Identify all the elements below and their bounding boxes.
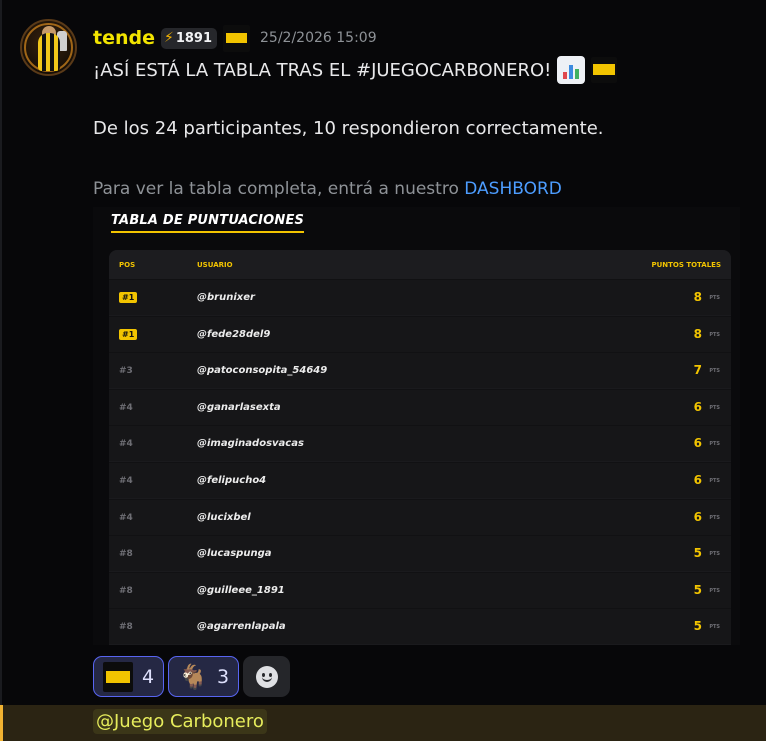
bar-chart-emoji-icon[interactable] (557, 56, 586, 84)
goat-icon: 🐐 (178, 662, 208, 691)
row-points: 7 (693, 363, 702, 378)
table-row: #3 @patoconsopita_54649 7 PTS (109, 352, 731, 389)
row-username: @guilleee_1891 (197, 584, 285, 596)
row-username: @lucixbel (197, 511, 251, 523)
table-row: #1 @brunixer 8 PTS (109, 279, 731, 315)
row-points: 6 (693, 399, 702, 414)
row-position: #8 (119, 585, 133, 596)
server-tag-text: 1891 (175, 30, 213, 46)
reaction-juego-carbonero[interactable]: 4 (93, 656, 165, 697)
add-reaction-button[interactable] (243, 656, 291, 697)
message-text-1: ¡ASÍ ESTÁ LA TABLA TRAS EL #JUEGOCARBONE… (93, 59, 552, 81)
server-tag-badge[interactable]: ⚡ 1891 (160, 27, 218, 49)
timestamp[interactable]: 25/2/2026 15:09 (260, 30, 377, 46)
message-line-1: ¡ASÍ ESTÁ LA TABLA TRAS EL #JUEGOCARBONE… (93, 56, 618, 84)
row-points: 6 (693, 436, 702, 451)
table-row: #4 @imaginadosvacas 6 PTS (109, 425, 731, 462)
table-row: #4 @lucixbel 6 PTS (109, 498, 731, 535)
row-points-label: PTS (709, 331, 720, 338)
row-username: @patoconsopita_54649 (197, 365, 328, 377)
role-icon[interactable] (223, 24, 251, 52)
scoreboard-title: TABLA DE PUNTUACIONES (111, 213, 305, 233)
row-position: #4 (119, 402, 133, 413)
reaction-goat[interactable]: 🐐 3 (168, 656, 240, 697)
reaction-count: 3 (216, 665, 230, 688)
thread-rule (0, 0, 2, 705)
row-points: 8 (693, 326, 702, 341)
row-points-label: PTS (709, 587, 720, 594)
row-position: #4 (119, 439, 133, 450)
row-points-label: PTS (709, 441, 720, 448)
table-row: #8 @lucaspunga 5 PTS (109, 535, 731, 572)
row-position: #4 (119, 476, 133, 486)
avatar-figure (38, 33, 60, 71)
table-row: #1 @fede28del9 8 PTS (109, 315, 731, 352)
role-mention[interactable]: @Juego Carbonero (93, 709, 267, 734)
row-points-label: PTS (709, 551, 720, 558)
row-points-label: PTS (709, 404, 720, 411)
row-position: #1 (119, 292, 138, 303)
dashboard-link[interactable]: DASHBORD (464, 179, 562, 199)
row-username: @brunixer (197, 292, 255, 303)
scoreboard-image[interactable]: TABLA DE PUNTUACIONES POS USUARIO PUNTOS… (93, 207, 740, 645)
mention-accent-bar (0, 705, 3, 741)
lightning-icon: ⚡ (163, 30, 174, 46)
row-points-label: PTS (709, 514, 720, 521)
reactions-bar: 4 🐐 3 (93, 656, 291, 697)
header-user: USUARIO (197, 261, 233, 269)
row-position: #8 (119, 549, 133, 560)
row-points: 8 (693, 290, 702, 304)
avatar[interactable] (20, 19, 77, 76)
row-points-label: PTS (709, 295, 720, 301)
smile-icon (255, 665, 278, 688)
row-points-label: PTS (709, 478, 720, 484)
header-pos: POS (119, 261, 136, 269)
table-header: POS USUARIO PUNTOS TOTALES (109, 250, 731, 279)
message-text-3: Para ver la tabla completa, entrá a nues… (93, 179, 465, 199)
row-points-label: PTS (709, 368, 720, 375)
row-points: 5 (693, 619, 702, 634)
juego-carbonero-emoji-icon[interactable] (591, 57, 618, 83)
row-points: 6 (693, 473, 702, 487)
row-username: @imaginadosvacas (197, 438, 304, 450)
table-row: #4 @felipucho4 6 PTS (109, 462, 731, 498)
juego-carbonero-logo-icon (103, 661, 133, 692)
message-header: tende ⚡ 1891 25/2/2026 15:09 (93, 24, 377, 52)
row-username: @lucaspunga (197, 548, 272, 560)
row-position: #3 (119, 366, 133, 377)
row-position: #4 (119, 512, 133, 523)
table-row: #4 @ganarlasexta 6 PTS (109, 388, 731, 425)
row-points: 6 (693, 509, 702, 524)
table-row: #8 @agarrenlapala 5 PTS (109, 608, 731, 645)
message-line-2: De los 24 participantes, 10 respondieron… (93, 118, 604, 139)
row-points: 5 (693, 546, 702, 561)
row-position: #8 (119, 622, 133, 633)
message-line-3: Para ver la tabla completa, entrá a nues… (93, 179, 562, 199)
row-points: 5 (693, 582, 702, 597)
table-row: #8 @guilleee_1891 5 PTS (109, 571, 731, 608)
scoreboard-table: POS USUARIO PUNTOS TOTALES #1 @brunixer 8 P… (109, 250, 731, 645)
row-points-label: PTS (709, 624, 720, 631)
reaction-count: 4 (142, 665, 155, 688)
mention-highlight: @Juego Carbonero (0, 705, 766, 741)
username[interactable]: tende (93, 27, 155, 49)
row-username: @agarrenlapala (197, 621, 286, 633)
row-username: @fede28del9 (197, 328, 271, 340)
row-username: @ganarlasexta (197, 401, 281, 413)
row-username: @felipucho4 (197, 475, 267, 486)
row-position: #1 (119, 328, 138, 340)
header-points: PUNTOS TOTALES (651, 261, 721, 269)
